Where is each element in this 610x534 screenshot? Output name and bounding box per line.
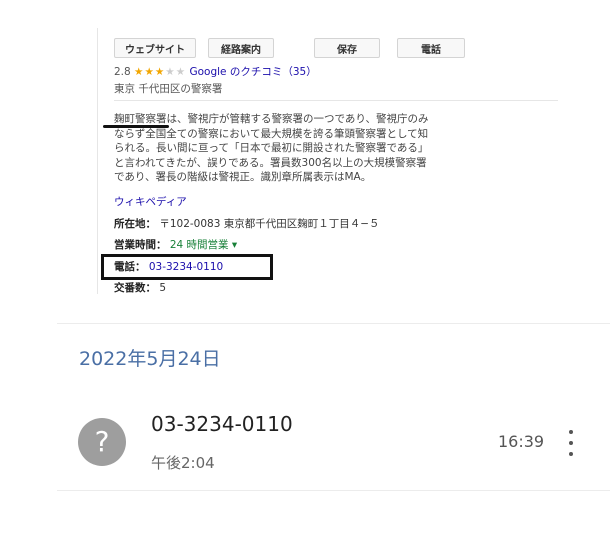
hours-dropdown[interactable]: 24 時間営業 ▾ — [170, 239, 237, 251]
call-log-entry[interactable]: ? 03-3234-0110 午後2:04 16:39 — [57, 398, 610, 490]
divider — [57, 323, 610, 324]
call-subtext: 午後2:04 — [151, 454, 215, 472]
star-rating-icon: ★★★ — [134, 66, 166, 78]
annotation-highlight-box — [101, 254, 273, 280]
directions-button[interactable]: 経路案内 — [208, 38, 274, 58]
hours-label: 営業時間： — [114, 239, 167, 251]
divider — [114, 100, 558, 101]
address-row: 所在地： 〒102-0083 東京都千代田区麹町１丁目４−５ — [114, 216, 380, 231]
reviews-link[interactable]: Google のクチコミ（35） — [189, 66, 316, 78]
call-time: 16:39 — [498, 432, 545, 451]
wikipedia-link[interactable]: ウィキペディア — [114, 194, 187, 209]
save-button[interactable]: 保存 — [314, 38, 380, 58]
call-date-header: 2022年5月24日 — [79, 348, 221, 370]
annotation-underline — [103, 125, 169, 128]
divider — [57, 490, 610, 491]
hours-row: 営業時間： 24 時間営業 ▾ — [114, 237, 237, 252]
address-value: 〒102-0083 東京都千代田区麹町１丁目４−５ — [159, 218, 380, 230]
address-label: 所在地： — [114, 218, 156, 230]
website-button[interactable]: ウェブサイト — [114, 38, 196, 58]
precinct-value: 5 — [159, 282, 167, 294]
precinct-label: 交番数： — [114, 282, 156, 294]
question-mark-avatar-icon: ? — [78, 418, 126, 466]
star-empty-icon: ★★ — [165, 66, 187, 78]
place-description: 麹町警察署は、警視庁が管轄する警察署の一つであり、警視庁のみ ならず全国全ての警… — [114, 113, 429, 184]
more-vert-icon[interactable] — [563, 428, 579, 458]
call-button[interactable]: 電話 — [397, 38, 465, 58]
call-number: 03-3234-0110 — [151, 412, 293, 436]
rating-line: 2.8 ★★★★★ Google のクチコミ（35） — [114, 64, 317, 79]
precinct-row: 交番数： 5 — [114, 280, 166, 295]
place-category: 東京 千代田区の警察署 — [114, 83, 223, 95]
rating-score: 2.8 — [114, 66, 131, 78]
